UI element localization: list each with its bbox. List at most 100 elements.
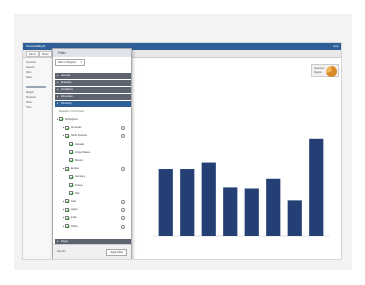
filter-select[interactable]: Filter 1 (Region) ▾ [55, 59, 85, 66]
sidebar-item-store[interactable]: Store [26, 101, 32, 104]
sidebar-item-products[interactable]: Products [26, 96, 36, 99]
sidebar: Favorites Reports Filter Sales Region Pr… [23, 58, 53, 259]
checkbox[interactable] [69, 158, 73, 163]
chart-bar[interactable] [158, 169, 173, 236]
tree-item-label: Canada [75, 142, 84, 146]
chart-bar[interactable] [309, 138, 324, 236]
checkbox[interactable] [64, 207, 69, 212]
help-link[interactable]: Help [333, 43, 339, 50]
chart-bar[interactable] [223, 187, 238, 236]
tree-item[interactable]: ▸ Asia [63, 199, 76, 205]
chart-area: Selected Region [119, 58, 341, 259]
section-hierarchy[interactable]: ▾ Hierarchy [55, 101, 131, 107]
tree-item[interactable]: Canada [69, 141, 84, 148]
tree-item-label: Asia [70, 200, 76, 203]
home-button[interactable]: Home [26, 51, 39, 57]
info-icon[interactable] [121, 224, 125, 229]
section-general[interactable]: ▸ General [55, 73, 131, 79]
info-icon[interactable] [121, 208, 125, 213]
info-icon[interactable] [121, 134, 125, 139]
expand-icon: ▸ [57, 74, 59, 77]
section-conditions[interactable]: ▸ Conditions [55, 87, 131, 93]
expand-icon: ▸ [57, 81, 59, 84]
selection-line-2: Region [314, 71, 322, 74]
tree-item[interactable]: ▸ North America [63, 133, 87, 139]
tree-item[interactable]: France [69, 182, 83, 189]
section-dimension[interactable]: ▸ Dimension [55, 94, 131, 100]
tree-item[interactable]: ▸ Japan [63, 207, 78, 213]
info-icon[interactable] [121, 126, 125, 131]
sidebar-item-reports[interactable]: Reports [26, 66, 35, 69]
chart-bar[interactable] [180, 169, 195, 236]
info-icon[interactable] [121, 200, 125, 204]
panel-title: Filter [53, 49, 131, 57]
selection-box: Selected Region [311, 64, 339, 77]
section-label: Hierarchy [61, 102, 72, 105]
checkbox[interactable] [64, 199, 69, 204]
tree-item-label: Mexico [75, 159, 83, 162]
chart-bar[interactable] [201, 162, 216, 236]
tree-item-label: United States [75, 150, 91, 154]
section-label: General [61, 74, 70, 77]
pie-chart-icon[interactable] [326, 66, 337, 77]
sidebar-item-filter[interactable]: Filter [26, 71, 32, 74]
checkbox[interactable] [64, 223, 69, 228]
checkbox[interactable] [64, 166, 69, 171]
filter-panel: Filter Filter 1 (Region) ▾ ▸ General ▸ Sch… [52, 48, 132, 259]
chevron-down-icon: ▾ [80, 61, 82, 64]
share-button[interactable]: Share [39, 51, 52, 57]
chart-bar[interactable] [287, 200, 302, 236]
sidebar-item-time[interactable]: Time [26, 106, 31, 109]
tree-item[interactable]: ▸ All Regions [57, 117, 78, 123]
expand-icon: ▸ [57, 95, 59, 98]
section-label: Schedule [61, 81, 72, 84]
checkbox[interactable] [69, 182, 73, 187]
checkbox[interactable] [64, 125, 69, 130]
tree-item[interactable]: ▸ India [63, 215, 76, 221]
filter-select-value: Filter 1 (Region) [58, 61, 76, 64]
checkbox[interactable] [69, 191, 73, 196]
checkbox[interactable] [58, 117, 63, 122]
info-icon[interactable] [121, 167, 125, 172]
section-schedule[interactable]: ▸ Schedule [55, 80, 131, 86]
tree-item-label: North America [70, 134, 87, 138]
tree-item-label: Germany [75, 175, 86, 179]
tree-item-label: All Regions [64, 118, 78, 121]
apply-filter-button[interactable]: Apply Filter [106, 249, 127, 256]
tree-item[interactable]: ▸ Americas [63, 125, 81, 131]
tree-item[interactable]: ▸ China [63, 223, 78, 230]
tree-item-label: Americas [70, 126, 82, 130]
tree-item[interactable]: Italy [69, 191, 80, 197]
tree-item-label: Japan [70, 208, 78, 212]
section-label: Pages [61, 240, 69, 243]
tree-item-label: Europe [70, 167, 80, 171]
sidebar-item-favorites[interactable]: Favorites [26, 61, 36, 64]
tree-item-label: India [70, 216, 77, 220]
tree-item-label: France [75, 183, 83, 187]
bar-chart [153, 138, 329, 237]
tree-item-label: Italy [75, 191, 80, 195]
checkbox[interactable] [69, 150, 73, 155]
panel-footer: Results Apply Filter [53, 244, 131, 259]
section-label: Conditions [61, 88, 73, 91]
checkbox[interactable] [64, 133, 69, 138]
filter-heading: Selected: 3 of 12 items [59, 110, 85, 113]
tree-item[interactable]: Germany [69, 174, 85, 180]
chart-bar[interactable] [244, 188, 259, 236]
info-icon[interactable] [121, 216, 125, 221]
sidebar-item-region[interactable]: Region [26, 91, 34, 94]
checkbox[interactable] [64, 215, 69, 220]
tree-item[interactable]: Mexico [69, 158, 83, 164]
footer-text: Results [57, 250, 66, 253]
sidebar-item-sales[interactable]: Sales [26, 76, 32, 79]
checkbox[interactable] [69, 141, 73, 146]
tree-item[interactable]: ▸ Europe [63, 166, 79, 172]
checkbox[interactable] [69, 174, 73, 179]
section-label: Dimension [61, 95, 73, 98]
expand-icon: ▸ [57, 88, 59, 91]
tree-item-label: China [70, 224, 78, 228]
sidebar-divider [26, 86, 46, 88]
selection-line-1: Selected [314, 67, 324, 70]
chart-bar[interactable] [266, 178, 281, 236]
tree-item[interactable]: United States [69, 150, 90, 156]
